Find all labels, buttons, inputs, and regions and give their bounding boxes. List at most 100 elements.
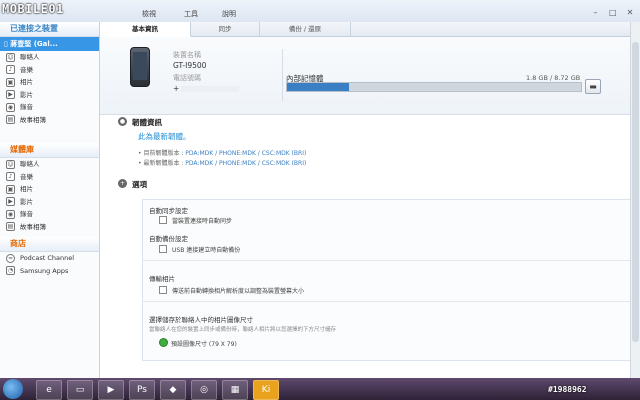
chrome-icon[interactable]: ◎ [191,380,217,400]
window-controls: – □ ✕ [587,8,636,17]
sidebar-item-label: 聯絡人 [20,53,40,61]
content-area: ● 韌體資訊 此為最新韌體。 • 目前韌體版本 : PDA:MDK / PHON… [100,115,634,378]
firmware-status: 此為最新韌體。 [138,132,191,141]
device-name-label: 裝置名稱 [173,51,201,59]
device-info-panel: 裝置名稱 GT-I9500 電話號碼 + 內部記憶體 1.8 GB / 8.72… [100,37,630,115]
sidebar-item-library-music[interactable]: ♪ 音樂 [0,171,99,184]
main-panel: 基本資訊 同步 備份 / 還原 裝置名稱 GT-I9500 電話號碼 + 內部記… [100,22,634,378]
sidebar-item-device-photos[interactable]: ▣ 相片 [0,76,99,89]
photo-resize-checkbox-label: 傳送前自動轉換相片解析度以調整為裝置螢幕大小 [172,288,305,295]
sidebar-item-label: 音樂 [20,65,33,74]
sidebar-item-library-recordings[interactable]: ◉ 錄音 [0,208,99,221]
contacts-icon: ☺ [6,52,15,62]
phone-image [130,47,150,87]
options-bullet-icon[interactable]: + [118,179,127,188]
sidebar-item-label: 影片 [20,90,33,99]
ie-icon[interactable]: e [36,380,62,400]
visual-studio-icon[interactable]: ◆ [160,380,186,400]
divider [143,301,633,302]
sidebar-item-library-photos[interactable]: ▣ 相片 [0,183,99,196]
auto-backup-checkbox-label: USB 連接建立時自動備份 [172,247,241,254]
podcast-icon: ≈ [6,253,15,263]
menu-bar: MOBILE01 檢視 工具 說明 – □ ✕ [0,0,640,23]
sidebar-item-label: Podcast Channel [20,254,75,262]
watermark: #1988962 [548,385,587,394]
kies-icon[interactable]: ▦ [222,380,248,400]
phone-number: + [173,84,240,93]
menu-tools[interactable]: 工具 [184,9,198,19]
sidebar-item-library-contacts[interactable]: ☺ 聯絡人 [0,158,99,171]
sidebar-item-library-videos[interactable]: ▶ 影片 [0,196,99,209]
sidebar-item-device-recordings[interactable]: ◉ 錄音 [0,101,99,114]
sidebar-item-device-storyalbum[interactable]: ▤ 故事相簿 [0,114,99,127]
auto-sync-title: 自動同步設定 [149,207,188,215]
menu-help[interactable]: 說明 [222,9,236,19]
sidebar-item-label: Samsung Apps [20,266,69,275]
radio-selected-icon [159,338,168,347]
vertical-scrollbar[interactable] [630,22,640,378]
sidebar-item-label: 錄音 [20,103,33,111]
checkbox-icon [159,245,167,253]
sidebar-item-label: 錄音 [20,210,33,218]
sidebar-item-label: 影片 [20,197,33,206]
tab-basic-info[interactable]: 基本資訊 [100,22,191,37]
latest-firmware: • 最新韌體版本 : PDA:MDK / PHONE:MDK / CSC:MDK… [138,160,307,167]
auto-backup-title: 自動備份設定 [149,235,188,243]
auto-backup-checkbox[interactable]: USB 連接建立時自動備份 [159,245,240,254]
maximize-icon[interactable]: □ [607,8,619,17]
latest-firmware-value: PDA:MDK / PHONE:MDK / CSC:MDK (BRI) [185,160,307,167]
explorer-icon[interactable]: ▭ [67,380,93,400]
photo-transfer-title: 傳輸相片 [149,275,175,283]
divider [282,49,283,101]
auto-sync-checkbox[interactable]: 當裝置連接時自動同步 [159,216,232,225]
minimize-icon[interactable]: – [590,8,602,17]
video-icon: ▶ [6,197,15,206]
podcast-icon: ◉ [6,102,15,112]
latest-firmware-label: 最新韌體版本 : [143,160,186,167]
music-icon: ♪ [6,65,15,74]
sidebar-item-podcast-channel[interactable]: ≈ Podcast Channel [0,252,99,265]
start-button[interactable] [3,379,23,399]
sidebar-device[interactable]: ▯ 蔣壹堅 (Gal... [0,37,99,51]
album-icon: ▤ [6,222,15,231]
sidebar-item-label: 聯絡人 [20,160,40,168]
default-size-radio[interactable]: 預設圖像尺寸 (79 X 79) [159,338,237,348]
current-firmware-label: 目前韌體版本 : [143,150,186,157]
sidebar-item-label: 故事相簿 [20,222,46,231]
tab-backup-restore[interactable]: 備份 / 還原 [260,22,351,36]
album-icon: ▤ [6,115,15,124]
sidebar-item-label: 故事相簿 [20,115,46,124]
sidebar-item-device-contacts[interactable]: ☺ 聯絡人 [0,51,99,64]
device-name: 蔣壹堅 (Gal... [10,40,58,48]
sidebar-item-samsung-apps[interactable]: ◔ Samsung Apps [0,265,99,278]
scroll-thumb[interactable] [632,42,639,342]
sidebar-item-label: 音樂 [20,172,33,181]
close-icon[interactable]: ✕ [624,8,636,17]
sidebar-item-device-videos[interactable]: ▶ 影片 [0,89,99,102]
memory-usage-bar [286,82,582,92]
info-bullet-icon: ● [118,117,127,126]
open-folder-button[interactable]: ▬ [585,79,601,94]
sidebar-item-library-storyalbum[interactable]: ▤ 故事相簿 [0,221,99,234]
kies-ki-icon[interactable]: Ki [253,380,279,400]
divider [143,260,633,261]
contact-photo-size-title: 選擇儲存於聯絡人中的相片圖像尺寸 [149,316,253,324]
sidebar-item-device-music[interactable]: ♪ 音樂 [0,64,99,77]
media-player-icon[interactable]: ▶ [98,380,124,400]
mobile01-logo: MOBILE01 [2,2,64,16]
tab-sync[interactable]: 同步 [191,22,260,36]
options-title: 選項 [132,180,147,189]
menu-view[interactable]: 檢視 [142,9,156,19]
current-firmware: • 目前韌體版本 : PDA:MDK / PHONE:MDK / CSC:MDK… [138,150,307,157]
phone-number-label: 電話號碼 [173,74,201,82]
apps-icon: ◔ [6,266,15,275]
photo-icon: ▣ [6,184,15,194]
photo-resize-checkbox[interactable]: 傳送前自動轉換相片解析度以調整為裝置螢幕大小 [159,286,304,295]
sidebar: 已連接之裝置 ▯ 蔣壹堅 (Gal... ☺ 聯絡人 ♪ 音樂 ▣ 相片 ▶ 影片 ◉ 錄… [0,22,100,378]
memory-size: 1.8 GB / 8.72 GB [526,74,581,82]
tab-bar: 基本資訊 同步 備份 / 還原 [100,22,630,37]
music-icon: ♪ [6,172,15,181]
photoshop-icon[interactable]: Ps [129,380,155,400]
checkbox-icon [159,286,167,294]
